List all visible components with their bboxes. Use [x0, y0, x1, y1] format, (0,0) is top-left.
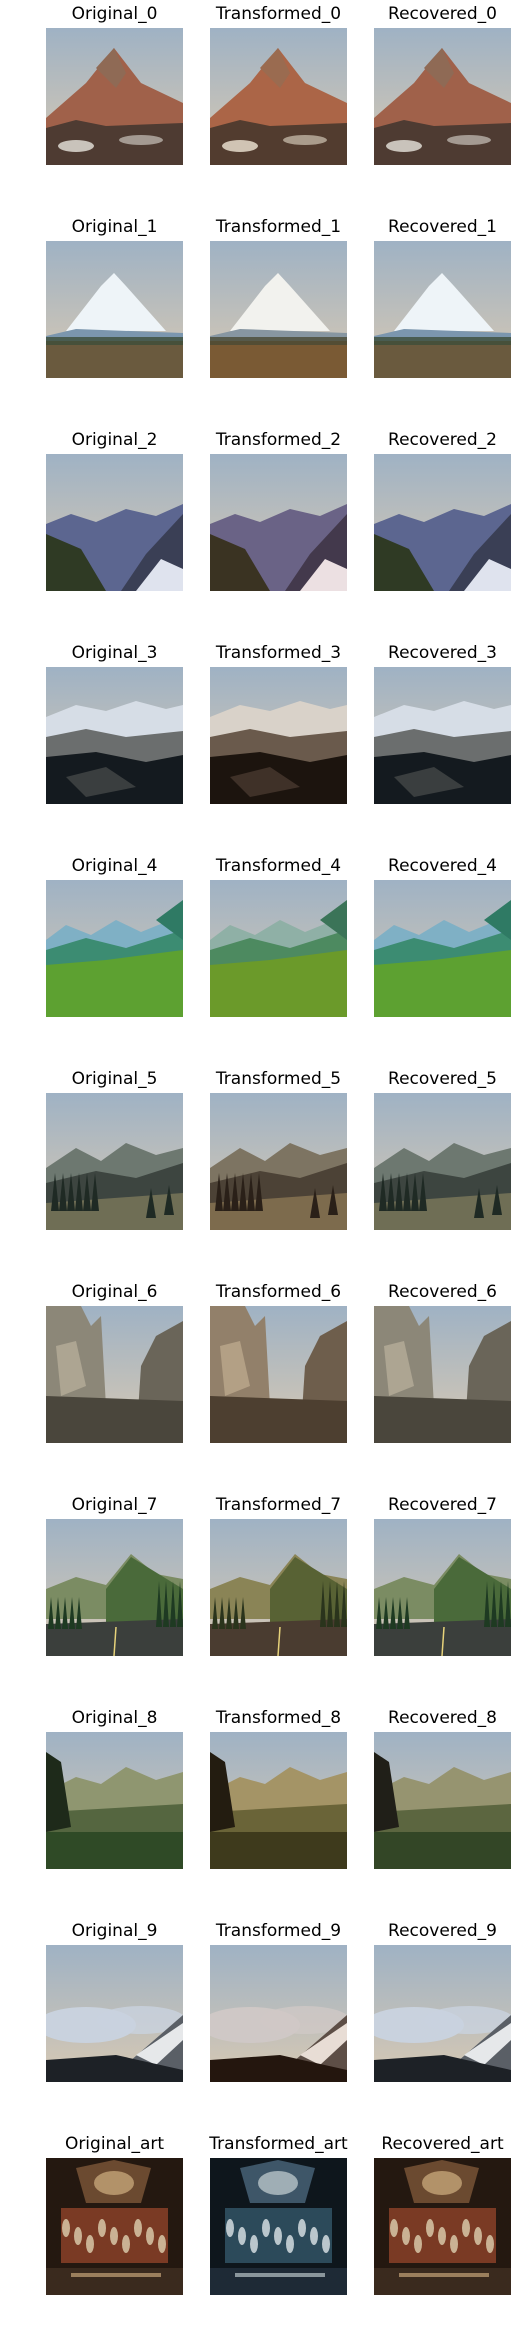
recovered-image: [374, 28, 511, 165]
recovered-image: [374, 241, 511, 378]
original-label: Original_5: [71, 1069, 158, 1089]
original-label: Original_0: [71, 4, 158, 24]
original-label: Original_7: [71, 1495, 158, 1515]
transformed-label: Transformed_3: [215, 643, 342, 663]
recovered-image: [374, 667, 511, 804]
transformed-image: [210, 241, 347, 378]
recovered-image: [374, 1306, 511, 1443]
original-image: [46, 2158, 183, 2295]
transformed-label: Transformed_1: [215, 217, 342, 237]
transformed-image: [210, 1945, 347, 2082]
recovered-label: Recovered_1: [388, 217, 497, 237]
original-label: Original_3: [71, 643, 158, 663]
transformed-image: [210, 880, 347, 1017]
transformed-image: [210, 454, 347, 591]
transformed-label: Transformed_7: [215, 1495, 342, 1515]
transformed-image: [210, 1093, 347, 1230]
original-image: [46, 667, 183, 804]
recovered-label: Recovered_0: [388, 4, 497, 24]
recovered-image: [374, 1732, 511, 1869]
transformed-label: Transformed_2: [215, 430, 342, 450]
recovered-image: [374, 454, 511, 591]
transformed-image: [210, 1306, 347, 1443]
recovered-label: Recovered_2: [388, 430, 497, 450]
recovered-label: Recovered_5: [388, 1069, 497, 1089]
original-label: Original_2: [71, 430, 158, 450]
transformed-label: Transformed_5: [215, 1069, 342, 1089]
original-image: [46, 880, 183, 1017]
transformed-label: Transformed_4: [215, 856, 342, 876]
original-label: Original_1: [71, 217, 158, 237]
original-label: Original_6: [71, 1282, 158, 1302]
recovered-image: [374, 880, 511, 1017]
transformed-label: Transformed_0: [215, 4, 342, 24]
original-image: [46, 1945, 183, 2082]
recovered-label: Recovered_3: [388, 643, 497, 663]
recovered-label: Recovered_art: [381, 2134, 504, 2154]
original-label: Original_9: [71, 1921, 158, 1941]
original-label: Original_art: [64, 2134, 165, 2154]
original-label: Original_4: [71, 856, 158, 876]
recovered-image: [374, 1519, 511, 1656]
original-image: [46, 241, 183, 378]
transformed-image: [210, 28, 347, 165]
recovered-label: Recovered_9: [388, 1921, 497, 1941]
recovered-label: Recovered_6: [388, 1282, 497, 1302]
recovered-image: [374, 1945, 511, 2082]
transformed-image: [210, 1732, 347, 1869]
original-image: [46, 28, 183, 165]
recovered-label: Recovered_8: [388, 1708, 497, 1728]
transformed-label: Transformed_art: [209, 2134, 348, 2154]
transformed-image: [210, 667, 347, 804]
original-image: [46, 1093, 183, 1230]
recovered-label: Recovered_7: [388, 1495, 497, 1515]
original-image: [46, 1306, 183, 1443]
transformed-image: [210, 2158, 347, 2295]
transformed-label: Transformed_9: [215, 1921, 342, 1941]
transformed-image: [210, 1519, 347, 1656]
original-label: Original_8: [71, 1708, 158, 1728]
transformed-label: Transformed_8: [215, 1708, 342, 1728]
image-comparison-grid: Original_0 Transformed_0 Recovered_0 Origin…: [0, 0, 521, 2335]
original-image: [46, 1732, 183, 1869]
original-image: [46, 454, 183, 591]
transformed-label: Transformed_6: [215, 1282, 342, 1302]
original-image: [46, 1519, 183, 1656]
recovered-image: [374, 2158, 511, 2295]
recovered-label: Recovered_4: [388, 856, 497, 876]
recovered-image: [374, 1093, 511, 1230]
